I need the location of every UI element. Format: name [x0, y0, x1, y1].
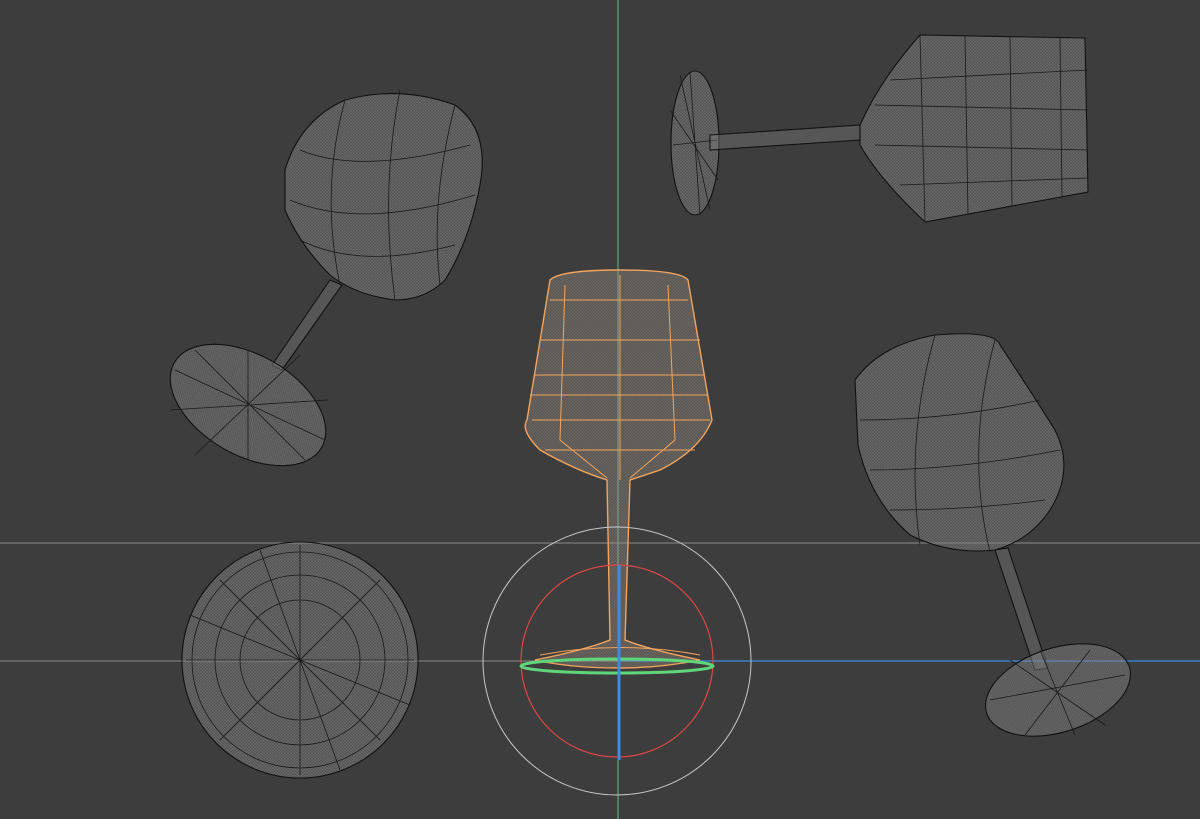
viewport-canvas[interactable]	[0, 0, 1200, 819]
wine-glass-tilted-left[interactable]	[149, 89, 483, 491]
wine-glass-base-top-view[interactable]	[181, 541, 419, 779]
3d-viewport[interactable]	[0, 0, 1200, 819]
wine-glass-horizontal[interactable]	[669, 34, 1089, 223]
